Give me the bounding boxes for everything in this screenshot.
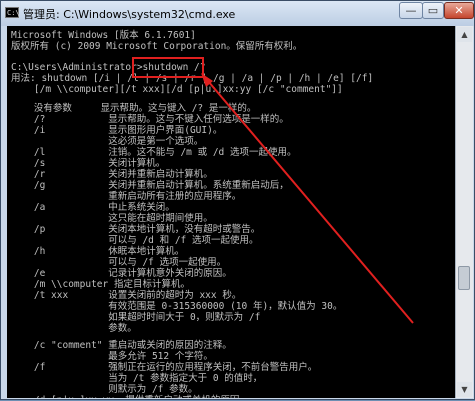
console-line: /r 关闭并重新启动计算机。	[11, 169, 213, 180]
console-line: 可以与 /f 选项一起使用。	[11, 257, 227, 268]
console-line: /a 中止系统关闭。	[11, 202, 175, 213]
close-button[interactable]: ✕	[444, 2, 474, 19]
minimize-button[interactable]: —	[399, 2, 423, 19]
console-line: 这必须是第一个选项。	[11, 136, 204, 147]
cmd-app-icon[interactable]: C:\	[5, 7, 20, 18]
scrollbar-thumb[interactable]	[458, 266, 470, 290]
console-line: [/m \\computer][/t xxx][/d [p|u:]xx:yy […	[11, 84, 343, 95]
vertical-scrollbar[interactable]: ▲ ▼	[455, 26, 473, 398]
highlight-box-command	[132, 57, 204, 78]
console-line: 可以与 /d 和 /f 选项一起使用。	[11, 235, 259, 246]
console-line: /m \\computer 指定目标计算机。	[11, 279, 190, 290]
console-line: 没有参数 显示帮助。这与键入 /? 是一样的。	[11, 103, 257, 114]
console-line: 参数。	[11, 323, 137, 334]
console-line: /l 注销。这不能与 /m 或 /d 选项一起使用。	[11, 147, 297, 158]
console-line: /t xxx 设置关闭前的超时为 xxx 秒。	[11, 290, 242, 301]
title-bar[interactable]: C:\ 管理员: C:\Windows\system32\cmd.exe — ▭…	[1, 1, 474, 26]
console-line: /h 休眠本地计算机。	[11, 246, 185, 257]
console-line: /d [p|u:]xx:yy 提供重新启动或关机的原因。	[11, 395, 249, 398]
console-output[interactable]: /d [p|u:]xx:yy 提供重新启动或关机的原因。 则默示为 /f 参数。…	[7, 26, 455, 398]
maximize-button[interactable]: ▭	[422, 2, 444, 19]
console-line: 版权所有 (c) 2009 Microsoft Corporation。保留所有…	[11, 41, 303, 52]
console-line: /c "comment" 重启动或关闭的原因的注释。	[11, 340, 232, 351]
console-line: /p 关闭本地计算机，没有超时或警告。	[11, 224, 261, 235]
console-line: /e 记录计算机意外关闭的原因。	[11, 268, 232, 279]
console-line: 如果超时时间大于 0，则默示为 /f	[11, 312, 261, 323]
scroll-down-arrow-icon[interactable]: ▼	[457, 382, 472, 397]
console-line: 有效范围是 0-315360000 (10 年)，默认值为 30。	[11, 301, 343, 312]
console-line: 这只能在超时期间使用。	[11, 213, 213, 224]
console-line: 则默示为 /f 参数。	[11, 384, 198, 395]
console-line: /f 强制正在运行的应用程序关闭，不前台警告用户。	[11, 362, 318, 373]
console-line: /i 显示图形用户界面(GUI)。	[11, 125, 223, 136]
window-title: 管理员: C:\Windows\system32\cmd.exe	[23, 8, 236, 21]
console-line: 最多允许 512 个字符。	[11, 351, 213, 362]
console-line: 当为 /t 参数指定大于 0 的值时，	[11, 373, 263, 384]
console-line: /g 关闭并重新启动计算机。系统重新启动后，	[11, 180, 289, 191]
scroll-up-arrow-icon[interactable]: ▲	[457, 27, 472, 42]
console-line: /? 显示帮助。这与不键入任何选项是一样的。	[11, 114, 289, 125]
console-line: Microsoft Windows [版本 6.1.7601]	[11, 30, 196, 41]
cmd-window: C:\ 管理员: C:\Windows\system32\cmd.exe — ▭…	[0, 0, 475, 400]
console-line: /s 关闭计算机。	[11, 158, 166, 169]
console-line: 重新启动所有注册的应用程序。	[11, 191, 242, 202]
